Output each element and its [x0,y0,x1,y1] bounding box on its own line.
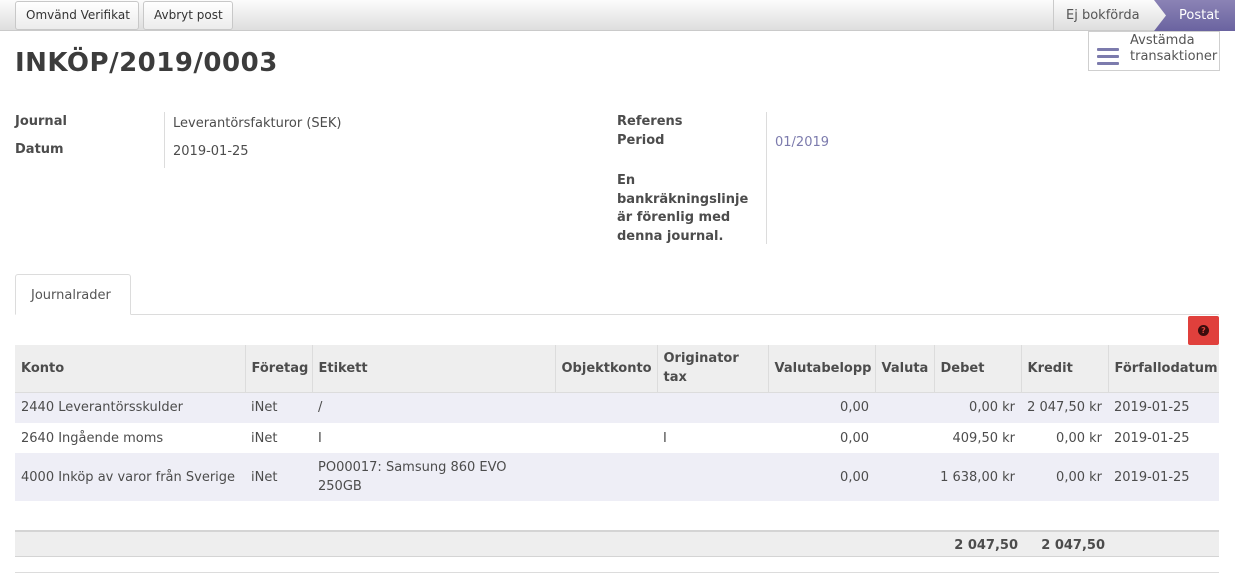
bank-reconcile-note: En bankräkningslinje är förenlig med den… [617,173,749,244]
cell-objektkonto [555,391,657,423]
state-posted[interactable]: Postat [1179,0,1219,31]
cell-forfallodatum: 2019-01-25 [1108,391,1219,423]
journal-lines-table: Konto Företag Etikett Objektkonto Origin… [15,345,1219,501]
reverse-entry-button[interactable]: Omvänd Verifikat [15,1,139,30]
column-header-konto[interactable]: Konto [15,345,245,392]
cell-kredit: 0,00 kr [1021,423,1108,453]
reference-label: Referens [617,114,683,129]
cell-konto: 2640 Ingående moms [15,423,245,453]
cell-debet: 0,00 kr [934,391,1021,423]
cell-foretag: iNet [245,453,312,501]
column-header-debet[interactable]: Debet [933,345,1021,392]
table-header-row: Konto Företag Etikett Objektkonto Origin… [15,345,1219,392]
date-field[interactable]: 2019-01-25 [173,144,249,159]
column-header-originator-tax[interactable]: Originator tax [656,345,768,392]
period-label: Period [617,133,665,148]
cell-valutabelopp: 0,00 [768,453,875,501]
field-divider-right [766,112,767,244]
cell-valuta [875,423,934,453]
column-header-valutabelopp[interactable]: Valutabelopp [767,345,875,392]
state-draft[interactable]: Ej bokförda [1066,0,1140,31]
reconciled-transactions-button[interactable]: Avstämda transaktioner [1088,31,1220,71]
totals-row: 2 047,50 2 047,50 [15,532,1219,557]
state-separator [1053,0,1054,31]
cell-kredit: 2 047,50 kr [1021,391,1108,423]
cell-kredit: 0,00 kr [1021,453,1108,501]
cell-debet: 409,50 kr [934,423,1021,453]
cell-etikett: PO00017: Samsung 860 EVO 250GB [312,453,555,501]
list-icon [1097,48,1119,69]
cancel-entry-button[interactable]: Avbryt post [143,1,233,30]
cell-originator-tax: I [657,423,768,453]
column-header-etikett[interactable]: Etikett [311,345,555,392]
field-divider-left [164,112,165,168]
cell-foretag: iNet [245,423,312,453]
column-header-foretag[interactable]: Företag [244,345,312,392]
column-header-kredit[interactable]: Kredit [1020,345,1108,392]
column-header-forfallodatum[interactable]: Förfallodatum [1107,345,1219,392]
cell-konto: 2440 Leverantörsskulder [15,391,245,423]
question-icon: ? [1198,325,1209,336]
cell-konto: 4000 Inköp av varor från Sverige [15,453,245,501]
total-kredit: 2 047,50 [1041,538,1105,553]
cell-originator-tax [657,391,768,423]
cell-originator-tax [657,453,768,501]
cell-objektkonto [555,423,657,453]
cell-forfallodatum: 2019-01-25 [1108,453,1219,501]
column-header-valuta[interactable]: Valuta [874,345,934,392]
tab-journal-lines[interactable]: Journalrader [15,274,131,315]
bottom-divider [15,572,1219,573]
column-header-objektkonto[interactable]: Objektkonto [554,345,657,392]
cell-valutabelopp: 0,00 [768,423,875,453]
total-debet: 2 047,50 [954,538,1018,553]
cell-valuta [875,453,934,501]
journal-label: Journal [15,114,67,129]
tab-bar [15,314,1219,315]
date-label: Datum [15,142,64,157]
reconciled-transactions-label: Avstämda transaktioner [1130,33,1218,64]
cell-etikett: / [312,391,555,423]
cell-forfallodatum: 2019-01-25 [1108,423,1219,453]
page-title: INKÖP/2019/0003 [15,48,278,78]
period-field[interactable]: 01/2019 [775,135,829,150]
cell-objektkonto [555,453,657,501]
cell-foretag: iNet [245,391,312,423]
cell-etikett: I [312,423,555,453]
table-row[interactable]: 4000 Inköp av varor från Sverige iNet PO… [15,453,1219,501]
cell-valutabelopp: 0,00 [768,391,875,423]
help-button[interactable]: ? [1188,316,1219,345]
table-row[interactable]: 2440 Leverantörsskulder iNet / 0,00 0,00… [15,391,1219,423]
statusbar: Omvänd Verifikat Avbryt post Ej bokförda… [0,0,1235,31]
tab-journal-lines-label: Journalrader [31,288,111,303]
journal-field[interactable]: Leverantörsfakturor (SEK) [173,116,341,131]
cell-valuta [875,391,934,423]
table-row[interactable]: 2640 Ingående moms iNet I I 0,00 409,50 … [15,423,1219,453]
cell-debet: 1 638,00 kr [934,453,1021,501]
